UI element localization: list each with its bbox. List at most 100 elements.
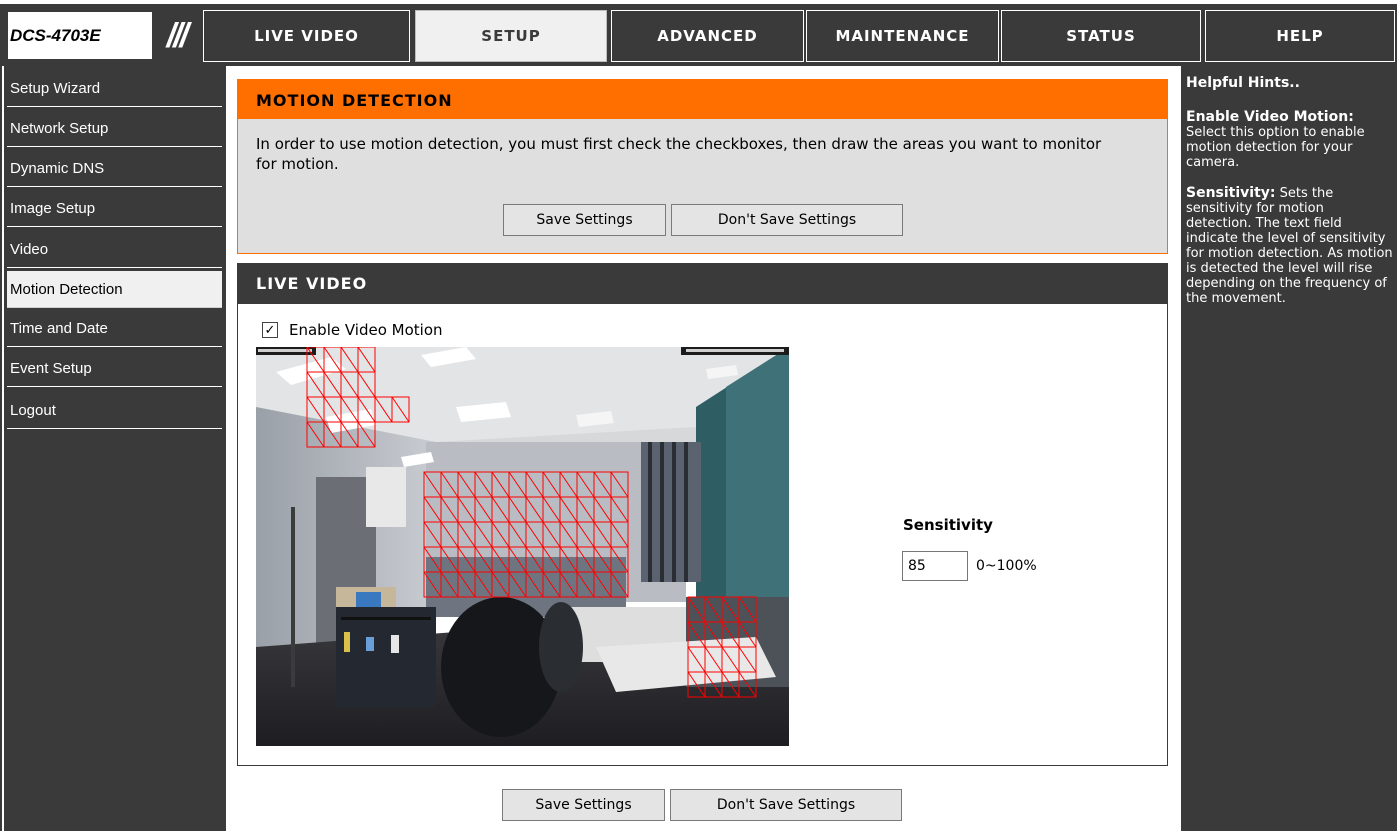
motion-grid-cell[interactable] — [457, 496, 476, 523]
motion-grid-cell[interactable] — [738, 671, 757, 698]
motion-grid-cell[interactable] — [542, 571, 561, 598]
motion-grid-cell[interactable] — [440, 546, 459, 573]
motion-grid-cell[interactable] — [474, 521, 493, 548]
motion-grid-cell[interactable] — [721, 671, 740, 698]
motion-grid-cell[interactable] — [306, 396, 325, 423]
motion-grid-cell[interactable] — [525, 546, 544, 573]
motion-grid-cell[interactable] — [525, 521, 544, 548]
motion-grid-cell[interactable] — [542, 546, 561, 573]
motion-grid-cell[interactable] — [559, 546, 578, 573]
motion-grid-cell[interactable] — [508, 521, 527, 548]
motion-grid-cell[interactable] — [474, 571, 493, 598]
motion-grid-cell[interactable] — [491, 571, 510, 598]
motion-grid-cell[interactable] — [357, 371, 376, 398]
motion-grid-cell[interactable] — [542, 496, 561, 523]
motion-grid-cell[interactable] — [576, 571, 595, 598]
motion-grid-cell[interactable] — [610, 521, 629, 548]
tab-status[interactable]: STATUS — [1001, 10, 1201, 62]
motion-grid-cell[interactable] — [340, 396, 359, 423]
motion-grid-cell[interactable] — [423, 546, 442, 573]
motion-grid-cell[interactable] — [525, 571, 544, 598]
motion-grid-cell[interactable] — [525, 471, 544, 498]
motion-grid-cell[interactable] — [576, 496, 595, 523]
motion-grid-cell[interactable] — [340, 371, 359, 398]
motion-grid-cell[interactable] — [704, 646, 723, 673]
motion-grid-cell[interactable] — [508, 546, 527, 573]
motion-grid-cell[interactable] — [542, 471, 561, 498]
sidebar-item-network-setup[interactable]: Network Setup — [7, 110, 222, 147]
motion-grid-cell[interactable] — [491, 546, 510, 573]
motion-grid-cell[interactable] — [306, 347, 325, 373]
motion-grid-cell[interactable] — [576, 546, 595, 573]
motion-grid-cell[interactable] — [491, 496, 510, 523]
motion-grid-cell[interactable] — [391, 396, 410, 423]
motion-grid-cell[interactable] — [721, 621, 740, 648]
sidebar-item-time-and-date[interactable]: Time and Date — [7, 310, 222, 347]
tab-help[interactable]: HELP — [1205, 10, 1395, 62]
motion-grid-cell[interactable] — [491, 471, 510, 498]
motion-grid-cell[interactable] — [340, 421, 359, 448]
motion-grid-cell[interactable] — [738, 596, 757, 623]
motion-grid-cell[interactable] — [457, 471, 476, 498]
camera-feed-image[interactable] — [256, 347, 789, 746]
motion-grid-cell[interactable] — [721, 596, 740, 623]
motion-grid-cell[interactable] — [559, 471, 578, 498]
motion-grid-cell[interactable] — [687, 646, 706, 673]
motion-grid-cell[interactable] — [374, 396, 393, 423]
motion-grid-cell[interactable] — [687, 621, 706, 648]
motion-grid-cell[interactable] — [491, 521, 510, 548]
tab-setup[interactable]: SETUP — [415, 10, 607, 62]
motion-grid-cell[interactable] — [340, 347, 359, 373]
sidebar-item-logout[interactable]: Logout — [7, 392, 222, 429]
motion-grid-cell[interactable] — [323, 347, 342, 373]
motion-grid-cell[interactable] — [323, 421, 342, 448]
motion-grid-cell[interactable] — [323, 396, 342, 423]
dont-save-settings-button-bottom[interactable]: Don't Save Settings — [670, 789, 902, 821]
motion-grid-overlay[interactable] — [256, 347, 789, 746]
motion-grid-cell[interactable] — [440, 496, 459, 523]
motion-grid-cell[interactable] — [440, 521, 459, 548]
tab-live-video[interactable]: LIVE VIDEO — [203, 10, 410, 62]
sidebar-item-event-setup[interactable]: Event Setup — [7, 350, 222, 387]
tab-maintenance[interactable]: MAINTENANCE — [806, 10, 999, 62]
motion-grid-cell[interactable] — [593, 521, 612, 548]
motion-grid-cell[interactable] — [593, 546, 612, 573]
motion-grid-cell[interactable] — [593, 571, 612, 598]
motion-grid-cell[interactable] — [593, 471, 612, 498]
motion-grid-cell[interactable] — [474, 546, 493, 573]
sidebar-item-video[interactable]: Video — [7, 231, 222, 268]
motion-grid-cell[interactable] — [610, 496, 629, 523]
dont-save-settings-button-top[interactable]: Don't Save Settings — [671, 204, 903, 236]
motion-grid-cell[interactable] — [576, 471, 595, 498]
motion-grid-cell[interactable] — [738, 646, 757, 673]
motion-grid-cell[interactable] — [457, 521, 476, 548]
motion-grid-cell[interactable] — [457, 571, 476, 598]
motion-grid-cell[interactable] — [306, 371, 325, 398]
motion-grid-cell[interactable] — [357, 421, 376, 448]
motion-grid-cell[interactable] — [687, 671, 706, 698]
motion-grid-cell[interactable] — [474, 496, 493, 523]
motion-grid-cell[interactable] — [423, 471, 442, 498]
sidebar-item-dynamic-dns[interactable]: Dynamic DNS — [7, 150, 222, 187]
motion-grid-cell[interactable] — [704, 621, 723, 648]
motion-grid-cell[interactable] — [687, 596, 706, 623]
motion-grid-cell[interactable] — [721, 646, 740, 673]
motion-grid-cell[interactable] — [704, 671, 723, 698]
motion-grid-cell[interactable] — [610, 546, 629, 573]
save-settings-button-top[interactable]: Save Settings — [503, 204, 666, 236]
motion-grid-cell[interactable] — [440, 471, 459, 498]
motion-grid-cell[interactable] — [559, 521, 578, 548]
motion-grid-cell[interactable] — [704, 596, 723, 623]
motion-grid-cell[interactable] — [457, 546, 476, 573]
motion-grid-cell[interactable] — [423, 521, 442, 548]
sidebar-item-setup-wizard[interactable]: Setup Wizard — [7, 70, 222, 107]
motion-grid-cell[interactable] — [440, 571, 459, 598]
motion-grid-cell[interactable] — [508, 496, 527, 523]
sensitivity-input[interactable] — [902, 551, 968, 581]
motion-grid-cell[interactable] — [508, 571, 527, 598]
sidebar-item-motion-detection[interactable]: Motion Detection — [7, 271, 222, 308]
sidebar-item-image-setup[interactable]: Image Setup — [7, 190, 222, 227]
motion-grid-cell[interactable] — [423, 496, 442, 523]
motion-grid-cell[interactable] — [559, 571, 578, 598]
motion-grid-cell[interactable] — [610, 471, 629, 498]
